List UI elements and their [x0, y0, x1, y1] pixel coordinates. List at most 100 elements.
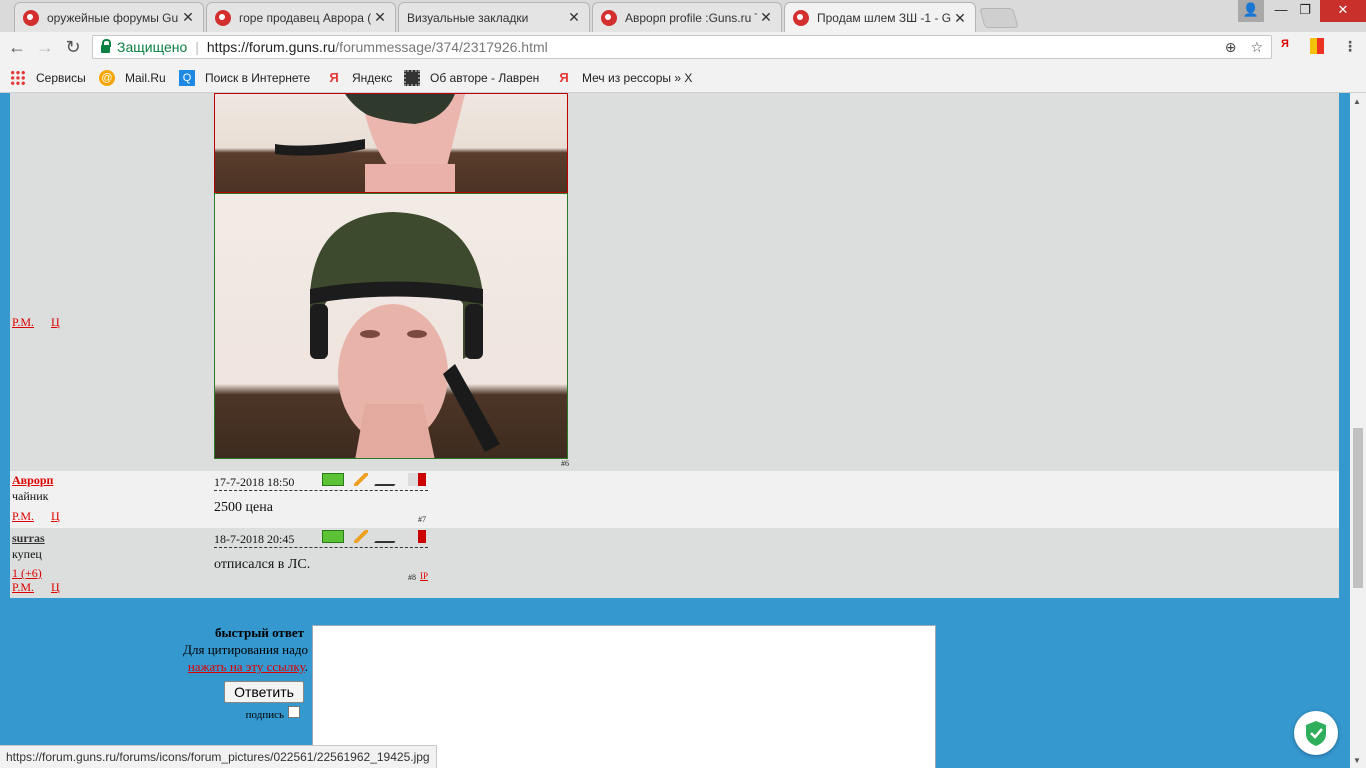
guns-favicon-icon: [215, 9, 231, 26]
bookmark-yandex[interactable]: Я Яндекс: [326, 70, 392, 86]
film-icon: [404, 70, 420, 86]
tab-title: Продам шлем ЗШ -1 - G: [817, 11, 951, 25]
quote-hint: Для цитирования надо: [183, 642, 308, 657]
star-icon[interactable]: ☆: [1250, 39, 1263, 56]
post-author-link[interactable]: Аврорп: [12, 473, 53, 488]
scroll-down-icon[interactable]: ▼: [1353, 756, 1361, 765]
apps-icon: [10, 70, 26, 86]
helmet-photo-front[interactable]: [214, 193, 568, 459]
bookmark-sword[interactable]: Я Меч из рессоры » Х: [556, 70, 692, 86]
bookmarks-bar: Сервисы @ Mail.Ru Q Поиск в Интернете Я …: [0, 62, 1366, 93]
bookmark-about-author[interactable]: Об авторе - Лаврен: [404, 70, 539, 86]
status-bar-url: https://forum.guns.ru/forums/icons/forum…: [0, 745, 437, 768]
yandex-ext-icon[interactable]: Я: [1281, 38, 1289, 50]
post-actions: [322, 473, 426, 486]
address-bar[interactable]: Защищено | https://forum.guns.ru/forumme…: [92, 35, 1272, 59]
post-8-user-links: P.M. Ц: [12, 580, 60, 595]
warning-icon[interactable]: [354, 473, 368, 486]
forward-icon[interactable]: →: [34, 36, 56, 58]
u-link[interactable]: Ц: [51, 509, 60, 523]
helmet-front-image: [310, 212, 500, 458]
tab-title: Аврорп profile :Guns.ru T: [625, 10, 757, 25]
user-rating-link[interactable]: 1 (+6): [12, 566, 42, 581]
rate-icon[interactable]: [322, 473, 344, 486]
pm-link[interactable]: P.M.: [12, 315, 34, 329]
guns-favicon-icon: [23, 9, 39, 26]
reply-icon[interactable]: [408, 530, 426, 543]
edit-icon[interactable]: [374, 530, 402, 543]
post-number[interactable]: #6: [561, 459, 569, 468]
post-actions: [322, 530, 426, 543]
post-text: отписался в ЛС.: [214, 557, 311, 572]
u-link[interactable]: Ц: [51, 580, 60, 594]
yandex-icon: Я: [559, 70, 569, 85]
zoom-icon[interactable]: ⊕: [1225, 39, 1237, 56]
reply-icon[interactable]: [408, 473, 426, 486]
guns-favicon-icon: [793, 10, 809, 26]
bookmark-ext-icon[interactable]: [1310, 38, 1324, 54]
tab-avrora-seller[interactable]: горе продавец Аврора ( ✕: [206, 2, 396, 32]
new-tab-button[interactable]: [979, 8, 1019, 28]
post-row-6: P.M. Ц #6: [10, 93, 1339, 471]
post-row-8: surras купец 1 (+6) P.M. Ц 18-7-2018 20:…: [10, 528, 1339, 598]
post-text: 2500 цена: [214, 500, 273, 515]
menu-icon[interactable]: ⋮: [1343, 38, 1357, 55]
pm-link[interactable]: P.M.: [12, 580, 34, 594]
post-number[interactable]: #8: [408, 573, 416, 582]
user-rank: чайник: [12, 489, 49, 503]
signature-checkbox[interactable]: [288, 706, 300, 718]
window-close-icon[interactable]: ✕: [1320, 0, 1366, 22]
guns-favicon-icon: [601, 9, 617, 26]
quote-link[interactable]: нажать на эту ссылку: [188, 659, 305, 674]
ip-link[interactable]: IP: [420, 571, 428, 581]
restore-icon[interactable]: ❐: [1290, 0, 1320, 22]
page-scrollbar[interactable]: ▲ ▼: [1350, 93, 1366, 768]
reload-icon[interactable]: ↻: [62, 36, 84, 58]
edit-icon[interactable]: [374, 473, 402, 486]
post-row-7: Аврорп чайник P.M. Ц 17-7-2018 18:50 250…: [10, 471, 1339, 528]
tab-guns-forums[interactable]: оружейные форумы Guns ✕: [14, 2, 204, 32]
secure-label: Защищено: [117, 39, 188, 55]
close-icon[interactable]: ✕: [371, 9, 389, 26]
browser-toolbar: ← → ↻ Защищено | https://forum.guns.ru/f…: [0, 32, 1366, 62]
search-icon: Q: [179, 70, 195, 86]
pm-link[interactable]: P.M.: [12, 509, 34, 523]
back-icon[interactable]: ←: [6, 36, 28, 58]
warning-icon[interactable]: [354, 530, 368, 543]
lock-icon: [101, 39, 111, 53]
rate-icon[interactable]: [322, 530, 344, 543]
post-7-user-links: P.M. Ц: [12, 509, 60, 524]
protect-shield-button[interactable]: [1294, 711, 1338, 755]
scroll-up-icon[interactable]: ▲: [1353, 97, 1361, 106]
tab-visual-bookmarks[interactable]: Визуальные закладки ✕: [398, 2, 590, 32]
user-icon[interactable]: 👤: [1238, 0, 1264, 22]
url-path: /forummessage/374/2317926.html: [335, 39, 548, 55]
signature-label: подпись: [245, 709, 284, 721]
tab-strip: оружейные форумы Guns ✕ горе продавец Ав…: [0, 0, 1366, 33]
close-icon[interactable]: ✕: [179, 9, 197, 26]
close-icon[interactable]: ✕: [565, 9, 583, 26]
mailru-icon: @: [99, 70, 115, 86]
post-author-link[interactable]: surras: [12, 531, 45, 546]
close-icon[interactable]: ✕: [757, 9, 775, 26]
bookmark-services[interactable]: Сервисы: [10, 70, 86, 86]
u-link[interactable]: Ц: [51, 315, 60, 329]
tab-avrorp-profile[interactable]: Аврорп profile :Guns.ru T ✕: [592, 2, 782, 32]
user-rank: купец: [12, 547, 42, 561]
helmet-side-image: [275, 94, 465, 192]
post-number[interactable]: #7: [418, 515, 426, 524]
quote-hint-line: нажать на эту ссылку.: [187, 659, 308, 674]
tab-helmet-sale[interactable]: Продам шлем ЗШ -1 - G ✕: [784, 2, 976, 33]
tab-title: горе продавец Аврора (: [239, 10, 371, 25]
shield-icon: [1306, 721, 1326, 746]
close-icon[interactable]: ✕: [951, 10, 969, 27]
reply-button[interactable]: Ответить: [224, 681, 304, 703]
post-6-user-links: P.M. Ц: [12, 315, 60, 330]
bookmark-internet-search[interactable]: Q Поиск в Интернете: [179, 70, 310, 86]
url-host: https://forum.guns.ru: [206, 39, 336, 55]
quick-reply-title: быстрый ответ: [215, 625, 304, 640]
helmet-photo-side[interactable]: [214, 93, 568, 193]
page-viewport: P.M. Ц #6 Аврорп чайник P.M. Ц 17-7-2018…: [0, 93, 1350, 768]
bookmark-mailru[interactable]: @ Mail.Ru: [99, 70, 166, 86]
scroll-thumb[interactable]: [1353, 428, 1363, 588]
